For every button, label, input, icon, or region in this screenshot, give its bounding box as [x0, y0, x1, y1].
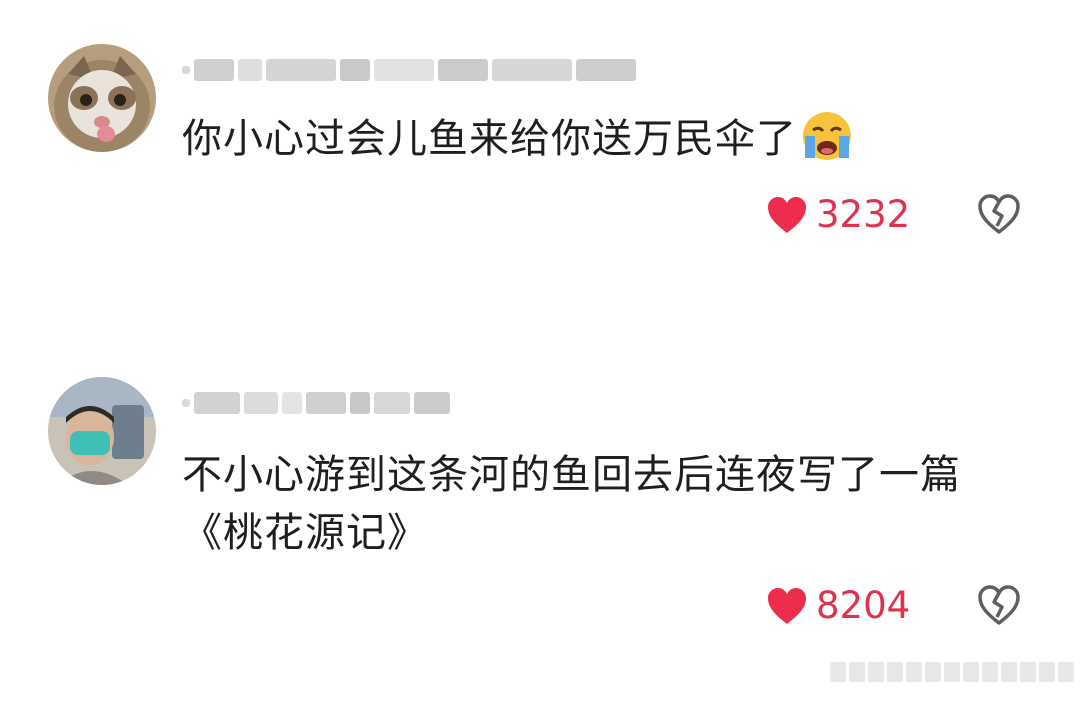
comment-text: 你小心过会儿鱼来给你送万民伞了 — [182, 110, 1022, 168]
masked-person-avatar-image — [48, 377, 156, 485]
like-count: 3232 — [816, 193, 911, 236]
comment-body: 你小心过会儿鱼来给你送万民伞了 — [182, 116, 797, 162]
username-redacted[interactable] — [182, 55, 636, 85]
avatar[interactable] — [48, 44, 156, 152]
watermark — [830, 662, 1074, 682]
broken-heart-icon[interactable] — [977, 193, 1021, 235]
like-button[interactable]: 3232 — [766, 193, 910, 236]
heart-icon — [768, 196, 806, 233]
cat-avatar-image — [48, 44, 156, 152]
loudly-crying-face-emoji — [803, 112, 851, 160]
comment-body: 不小心游到这条河的鱼回去后连夜写了一篇《桃花源记》 — [182, 452, 961, 556]
heart-icon — [768, 587, 806, 624]
username-redacted[interactable] — [182, 388, 450, 418]
like-count: 8204 — [816, 584, 911, 627]
comment-text: 不小心游到这条河的鱼回去后连夜写了一篇《桃花源记》 — [182, 446, 1012, 562]
avatar[interactable] — [48, 377, 156, 485]
broken-heart-icon[interactable] — [977, 584, 1021, 626]
like-button[interactable]: 8204 — [766, 584, 910, 627]
